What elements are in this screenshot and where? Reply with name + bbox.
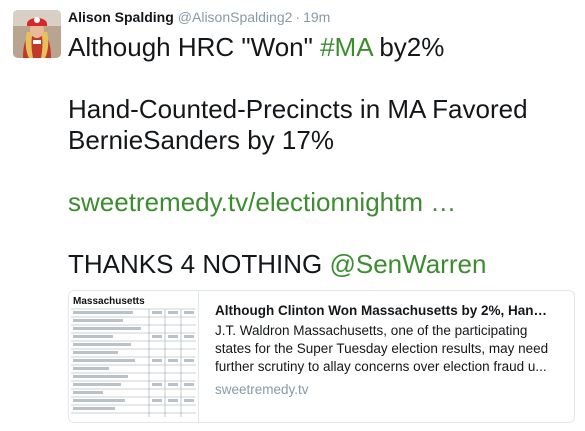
tweet-timestamp[interactable]: 19m bbox=[303, 9, 330, 25]
card-thumbnail: Massachusetts bbox=[69, 291, 199, 422]
user-name[interactable]: Alison Spalding bbox=[68, 9, 174, 25]
link-preview-card[interactable]: Massachusetts Although Clinton Won Massa… bbox=[68, 290, 575, 423]
tweet-line-1: Although HRC "Won" #MA by2% bbox=[68, 32, 578, 63]
card-title: Although Clinton Won Massachusetts by 2%… bbox=[215, 303, 555, 318]
header-separator: · bbox=[295, 9, 301, 25]
spreadsheet-thumbnail-image: Massachusetts bbox=[69, 291, 198, 422]
card-body: Although Clinton Won Massachusetts by 2%… bbox=[199, 291, 567, 422]
avatar-image bbox=[13, 10, 61, 58]
tweet-line-3: sweetremedy.tv/electionnightm … bbox=[68, 187, 578, 218]
tweet-line-4-prefix: THANKS 4 NOTHING bbox=[68, 249, 330, 279]
hashtag-link[interactable]: #MA bbox=[320, 32, 372, 62]
tweet-line-2: Hand-Counted-Precincts in MA Favored Ber… bbox=[68, 94, 528, 155]
user-handle[interactable]: @AlisonSpalding2 bbox=[178, 9, 293, 25]
thumbnail-heading: Massachusetts bbox=[73, 296, 145, 307]
tweet-line-1-suffix: by2% bbox=[372, 32, 445, 62]
card-domain: sweetremedy.tv bbox=[215, 382, 309, 397]
tweet-text: Although HRC "Won" #MA by2% Hand-Counted… bbox=[68, 32, 578, 280]
mention-link[interactable]: @SenWarren bbox=[329, 249, 486, 279]
avatar[interactable] bbox=[13, 10, 61, 58]
card-description: J.T. Waldron Massachusetts, one of the p… bbox=[215, 323, 549, 374]
article-url-link[interactable]: sweetremedy.tv/electionnightm … bbox=[68, 187, 456, 217]
tweet-header: Alison Spalding @AlisonSpalding2 · 19m bbox=[68, 9, 330, 25]
tweet-line-1-prefix: Although HRC "Won" bbox=[68, 32, 321, 62]
tweet-line-4: THANKS 4 NOTHING @SenWarren bbox=[68, 249, 578, 280]
